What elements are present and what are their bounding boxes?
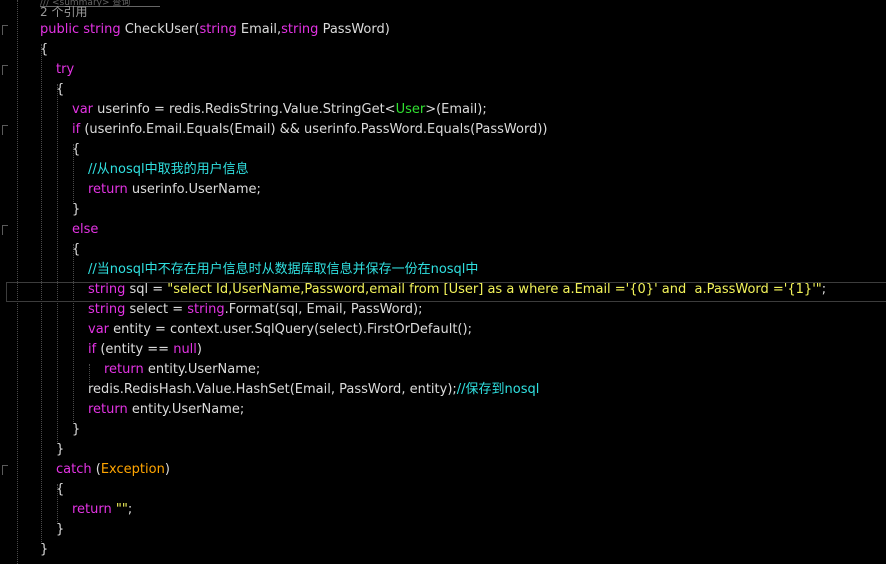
code-line-sql[interactable]: string sql = "select Id,UserName,Passwor… [88,280,826,300]
code-line-try[interactable]: try [56,60,74,80]
reference-count-codelens[interactable]: 2 个引用 [40,2,87,22]
code-text: .Format(sql, Email, PassWord); [224,302,423,317]
code-line[interactable]: { [72,240,80,260]
code-text: entity = context.user.SqlQuery(select).F… [109,322,472,337]
kw-var: var [88,322,110,337]
code-line[interactable]: } [40,540,48,560]
code-line-catch[interactable]: catch (Exception) [56,460,170,480]
kw-null: null [173,342,197,357]
method-signature[interactable]: public string CheckUser(string Email,str… [40,20,390,40]
code-text: ; [127,502,133,517]
code-text: (userinfo.Email.Equals(Email) && userinf… [80,122,548,137]
indent-guide [73,244,74,424]
code-line-hashset[interactable]: redis.RedisHash.Value.HashSet(Email, Pas… [88,380,539,400]
code-text: >(Email); [425,102,487,117]
code-line[interactable]: } [56,520,64,540]
param-type: string [281,22,319,37]
code-line-return[interactable]: return entity.UserName; [88,400,244,420]
code-line-return[interactable]: return entity.UserName; [104,360,260,380]
code-line-var-userinfo[interactable]: var userinfo = redis.RedisString.Value.S… [72,100,487,120]
code-line-return[interactable]: return ""; [72,500,132,520]
kw-return: return [88,402,128,417]
code-text: ; [821,282,827,297]
kw-return: return [72,502,112,517]
code-line-select[interactable]: string select = string.Format(sql, Email… [88,300,422,320]
code-line[interactable]: { [72,140,80,160]
string-literal: "select Id,UserName,Password,email from … [167,282,822,297]
code-editor[interactable]: /// <summary> 查询 2 个引用 public string Che… [0,0,886,564]
code-text: redis.RedisHash.Value.HashSet(Email, Pas… [88,382,457,397]
code-line[interactable]: { [56,480,64,500]
code-text: ) [164,462,170,477]
indent-guide [57,84,58,444]
param-name: Email, [236,22,282,37]
code-line[interactable]: } [72,420,80,440]
kw-public: public [40,22,80,37]
code-line[interactable]: { [56,80,64,100]
collapse-if-icon[interactable] [2,125,8,135]
code-text: entity.UserName; [143,362,261,377]
code-text: entity.UserName; [127,402,245,417]
collapse-catch-icon[interactable] [2,465,8,475]
code-comment[interactable]: //当nosql中不存在用户信息时从数据库取信息并保存一份在nosql中 [88,260,478,280]
type-user: User [395,102,426,117]
code-text: (entity == [96,342,174,357]
kw-string: string [88,302,126,317]
code-text: userinfo.UserName; [127,182,261,197]
code-text: ) [196,342,202,357]
code-line-if-null[interactable]: if (entity == null) [88,340,202,360]
collapse-else-icon[interactable] [2,225,8,235]
code-line-return[interactable]: return userinfo.UserName; [88,180,261,200]
kw-string: string [187,302,225,317]
code-text: sql = [125,282,168,297]
code-line-entity[interactable]: var entity = context.user.SqlQuery(selec… [88,320,472,340]
param-name: PassWord) [318,22,390,37]
code-comment[interactable]: //从nosql中取我的用户信息 [88,160,249,180]
code-line-else[interactable]: else [72,220,98,240]
collapse-try-icon[interactable] [2,65,8,75]
kw-return: return [88,182,128,197]
code-line[interactable]: } [72,200,80,220]
kw-return: return [104,362,144,377]
type-exception: Exception [100,462,165,477]
code-line[interactable]: { [40,40,48,60]
code-text: select = [125,302,188,317]
kw-string: string [88,282,126,297]
collapse-method-icon[interactable] [2,25,8,35]
kw-if: if [88,342,97,357]
kw-catch: catch [56,462,92,477]
kw-if: if [72,122,81,137]
code-text: userinfo = redis.RedisString.Value.Strin… [93,102,396,117]
code-comment: //保存到nosql [456,382,540,397]
code-text: ( [91,462,101,477]
method-name: CheckUser( [124,22,200,37]
code-line[interactable]: } [56,440,64,460]
string-literal: "" [115,502,128,517]
code-line-if[interactable]: if (userinfo.Email.Equals(Email) && user… [72,120,547,140]
kw-var: var [72,102,94,117]
kw-string: string [83,22,121,37]
param-type: string [199,22,237,37]
